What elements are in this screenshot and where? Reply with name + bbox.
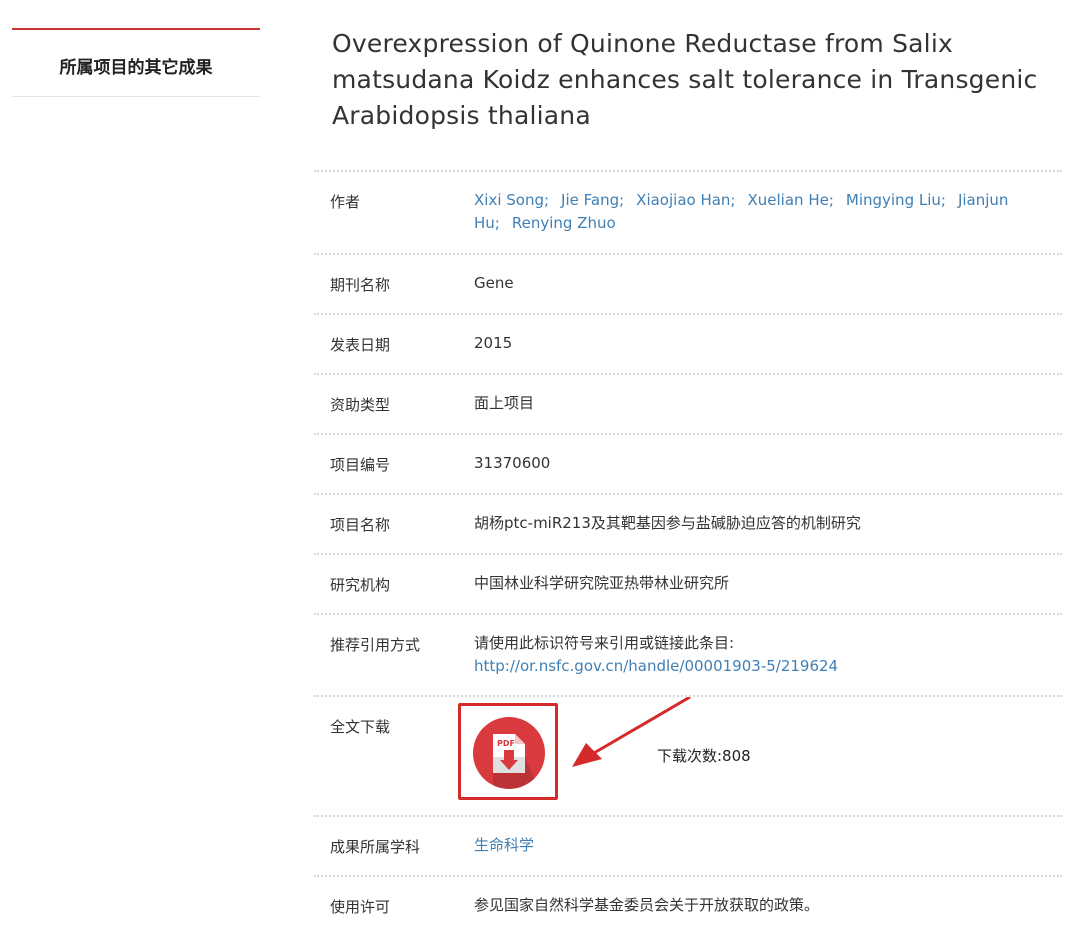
funding-value: 面上项目	[474, 394, 535, 412]
record-title: Overexpression of Quinone Reductase from…	[332, 29, 1038, 130]
row-funding: 资助类型 面上项目	[314, 375, 1062, 435]
row-journal: 期刊名称 Gene	[314, 255, 1062, 315]
metadata-table: 作者 Xixi Song; Jie Fang; Xiaojiao Han; Xueli…	[314, 170, 1062, 916]
journal-label: 期刊名称	[330, 276, 391, 294]
author-link[interactable]: Renying Zhuo	[512, 214, 616, 232]
project-number-label: 项目编号	[330, 456, 391, 474]
row-subject: 成果所属学科 生命科学	[314, 817, 1062, 877]
license-value: 参见国家自然科学基金委员会关于开放获取的政策。	[474, 896, 820, 914]
subject-link[interactable]: 生命科学	[474, 834, 1049, 857]
institution-value: 中国林业科学研究院亚热带林业研究所	[474, 574, 730, 592]
author-link[interactable]: Xuelian He;	[748, 191, 834, 209]
row-project-name: 项目名称 胡杨ptc-miR213及其靶基因参与盐碱胁迫应答的机制研究	[314, 495, 1062, 555]
pdf-download-icon: PDF	[473, 717, 545, 789]
date-label: 发表日期	[330, 336, 391, 354]
record-main: Overexpression of Quinone Reductase from…	[314, 0, 1062, 916]
subject-label: 成果所属学科	[330, 838, 421, 856]
institution-label: 研究机构	[330, 576, 391, 594]
citation-url-link[interactable]: http://or.nsfc.gov.cn/handle/00001903-5/…	[474, 657, 838, 675]
funding-label: 资助类型	[330, 396, 391, 414]
date-value: 2015	[474, 334, 513, 352]
download-count: 下载次数:808	[657, 747, 751, 765]
row-date: 发表日期 2015	[314, 315, 1062, 375]
citation-text: 请使用此标识符号来引用或链接此条目:	[474, 634, 735, 652]
project-name-label: 项目名称	[330, 516, 391, 534]
project-number-value: 31370600	[474, 454, 551, 472]
license-label: 使用许可	[330, 898, 391, 916]
row-citation: 推荐引用方式 请使用此标识符号来引用或链接此条目: http://or.nsfc…	[314, 615, 1062, 697]
journal-value: Gene	[474, 274, 514, 292]
pdf-label: PDF	[497, 739, 515, 748]
row-project-number: 项目编号 31370600	[314, 435, 1062, 495]
row-institution: 研究机构 中国林业科学研究院亚热带林业研究所	[314, 555, 1062, 615]
project-name-value: 胡杨ptc-miR213及其靶基因参与盐碱胁迫应答的机制研究	[474, 514, 861, 532]
author-link[interactable]: Xixi Song;	[474, 191, 549, 209]
author-link[interactable]: Mingying Liu;	[846, 191, 946, 209]
row-authors: 作者 Xixi Song; Jie Fang; Xiaojiao Han; Xueli…	[314, 172, 1062, 255]
sidebar: 所属项目的其它成果	[12, 28, 260, 97]
pdf-download-button[interactable]: PDF	[458, 703, 558, 800]
authors-label: 作者	[330, 193, 361, 211]
sidebar-title[interactable]: 所属项目的其它成果	[12, 30, 260, 97]
row-license: 使用许可 参见国家自然科学基金委员会关于开放获取的政策。	[314, 877, 1062, 937]
authors-list: Xixi Song; Jie Fang; Xiaojiao Han; Xuelian …	[474, 189, 1049, 235]
row-fulltext: 全文下载 PDF 下载次数:808	[314, 697, 1062, 817]
citation-block: 请使用此标识符号来引用或链接此条目: http://or.nsfc.gov.cn…	[474, 632, 1049, 678]
author-link[interactable]: Jie Fang;	[561, 191, 624, 209]
citation-label: 推荐引用方式	[330, 636, 421, 654]
author-link[interactable]: Xiaojiao Han;	[636, 191, 735, 209]
pdf-file-icon	[493, 734, 539, 789]
